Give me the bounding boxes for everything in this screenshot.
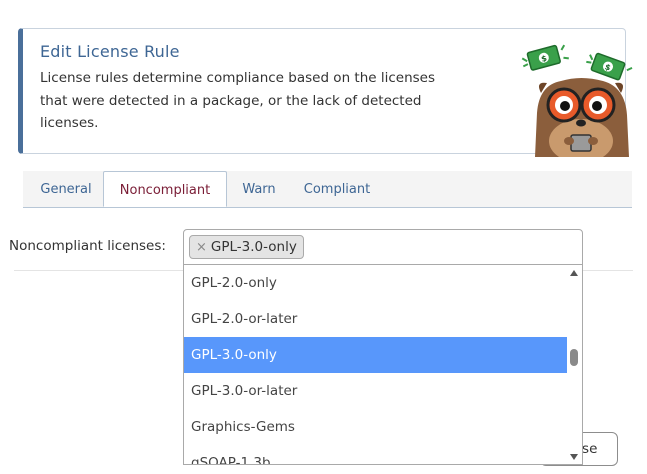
dropdown-option[interactable]: GPL-2.0-or-later	[184, 301, 568, 337]
description-line: that were detected in a package, or the …	[40, 92, 422, 109]
dropdown-option[interactable]: gSOAP-1.3b	[184, 445, 568, 464]
description-line: License rules determine compliance based…	[40, 70, 436, 86]
chip-label: GPL-3.0-only	[210, 239, 297, 255]
tab-warn[interactable]: Warn	[229, 171, 289, 207]
dropdown-option-highlighted[interactable]: GPL-3.0-only	[184, 337, 568, 373]
tab-general[interactable]: General	[27, 171, 105, 207]
license-dropdown: GPL-2.0-only GPL-2.0-or-later GPL-3.0-on…	[183, 265, 583, 465]
dropdown-option[interactable]: GPL-2.0-only	[184, 265, 568, 301]
selected-license-chip: × GPL-3.0-only	[189, 235, 304, 259]
noncompliant-licenses-select[interactable]: × GPL-3.0-only	[183, 229, 583, 265]
scroll-down-arrow-icon[interactable]	[570, 454, 578, 460]
remove-chip-icon[interactable]: ×	[196, 240, 207, 255]
tab-noncompliant[interactable]: Noncompliant	[103, 171, 227, 207]
description: License rules determine compliance based…	[40, 67, 460, 135]
tab-bar: General Noncompliant Warn Compliant	[23, 171, 632, 208]
scroll-up-arrow-icon[interactable]	[570, 270, 578, 276]
dropdown-option[interactable]: Graphics-Gems	[184, 409, 568, 445]
noncompliant-licenses-label: Noncompliant licenses:	[9, 238, 166, 254]
dropdown-option[interactable]: GPL-3.0-or-later	[184, 373, 568, 409]
description-line: licenses.	[40, 115, 99, 131]
scrollbar-thumb[interactable]	[570, 349, 578, 366]
money-owl-mascot-icon: $ $	[521, 44, 633, 157]
dropdown-scrollbar[interactable]	[567, 265, 582, 464]
page-title: Edit License Rule	[40, 42, 180, 61]
info-panel: Edit License Rule License rules determin…	[18, 28, 633, 157]
tab-compliant[interactable]: Compliant	[295, 171, 379, 207]
